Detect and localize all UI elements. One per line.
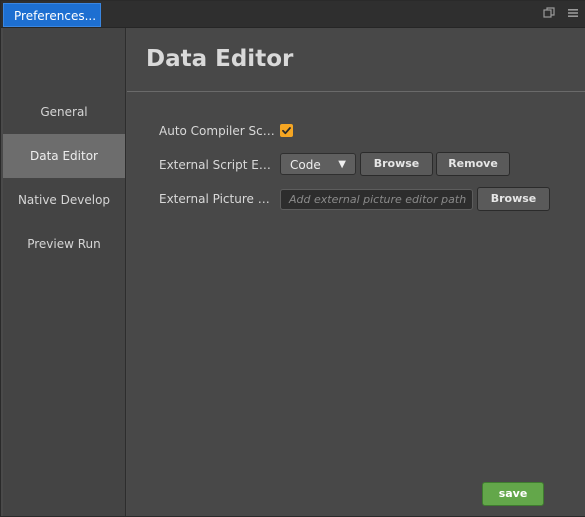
tab-preferences[interactable]: Preferences... bbox=[3, 3, 101, 27]
script-editor-select-value: Code bbox=[290, 158, 321, 172]
tab-actions bbox=[542, 5, 580, 21]
preferences-window: Preferences... General Data Editor Nativ… bbox=[0, 0, 585, 517]
menu-icon[interactable] bbox=[566, 5, 580, 21]
sidebar-item-preview-run[interactable]: Preview Run bbox=[3, 222, 125, 266]
checkmark-icon bbox=[282, 127, 291, 135]
external-picture-editor-label: External Picture Edit... bbox=[159, 192, 277, 206]
dropdown-caret-icon: ▼ bbox=[338, 159, 346, 170]
picture-editor-path-input[interactable]: Add external picture editor path bbox=[280, 189, 473, 210]
sidebar-item-data-editor[interactable]: Data Editor bbox=[3, 134, 125, 178]
sidebar-item-native-develop[interactable]: Native Develop bbox=[3, 178, 125, 222]
sidebar: General Data Editor Native Develop Previ… bbox=[3, 28, 126, 516]
tab-bar: Preferences... bbox=[1, 1, 585, 28]
sidebar-item-general[interactable]: General bbox=[3, 90, 125, 134]
script-editor-select[interactable]: Code ▼ bbox=[280, 153, 356, 175]
external-script-editor-label: External Script Editor bbox=[159, 158, 277, 172]
maximize-icon[interactable] bbox=[542, 5, 556, 21]
script-browse-button[interactable]: Browse bbox=[360, 152, 433, 176]
page-title: Data Editor bbox=[146, 46, 294, 72]
picture-browse-button[interactable]: Browse bbox=[477, 187, 550, 211]
script-remove-button[interactable]: Remove bbox=[436, 152, 510, 176]
main-panel: Data Editor Auto Compiler Scrip... Exter… bbox=[127, 28, 585, 516]
auto-compiler-label: Auto Compiler Scrip... bbox=[159, 124, 277, 138]
auto-compiler-checkbox[interactable] bbox=[280, 124, 293, 137]
title-divider bbox=[127, 91, 585, 92]
save-button[interactable]: save bbox=[482, 482, 544, 506]
